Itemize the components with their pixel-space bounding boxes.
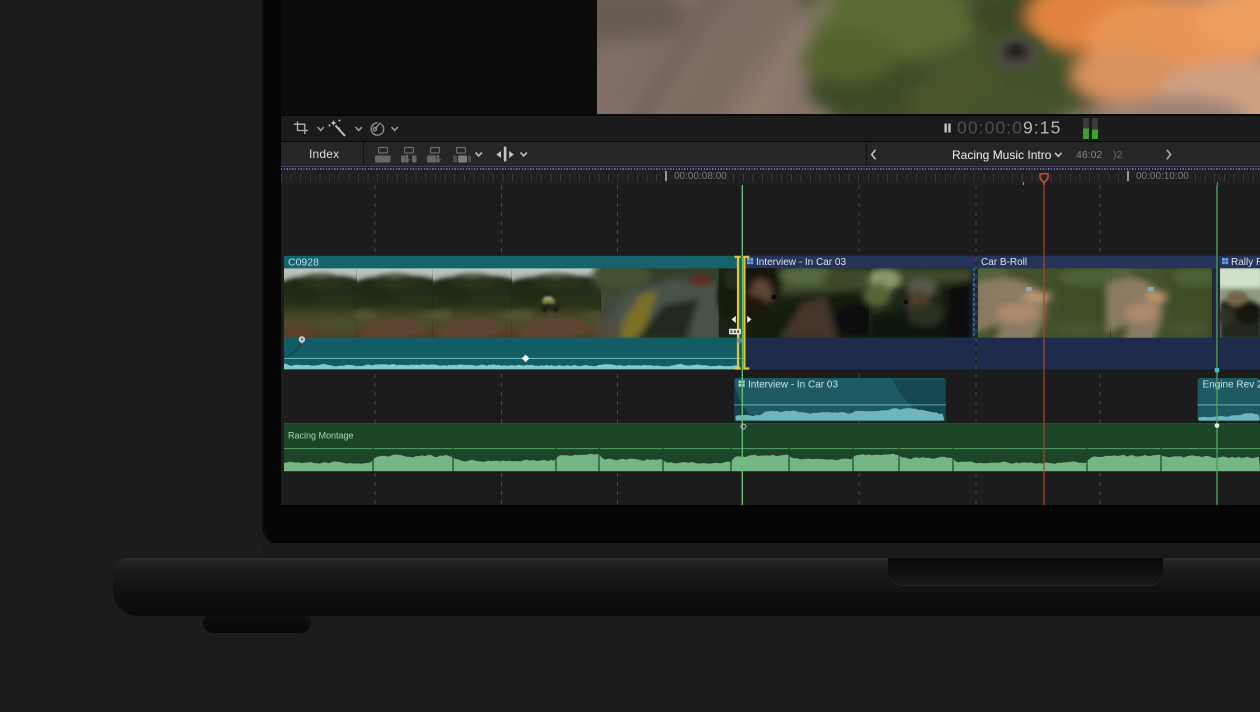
- svg-text:)2: )2: [1113, 149, 1122, 161]
- svg-text:Interview - In Car 03: Interview - In Car 03: [756, 257, 846, 268]
- svg-text:9:15: 9:15: [1023, 118, 1061, 138]
- svg-text:00:00:0: 00:00:0: [957, 118, 1023, 138]
- svg-text:Rally Ra: Rally Ra: [1231, 257, 1260, 268]
- svg-text:Engine Rev 2: Engine Rev 2: [1203, 380, 1260, 391]
- svg-text:C0928: C0928: [288, 257, 319, 269]
- svg-text:46:02: 46:02: [1076, 149, 1102, 161]
- svg-text:Racing Music Intro: Racing Music Intro: [952, 148, 1052, 162]
- svg-text:Racing Montage: Racing Montage: [288, 431, 354, 441]
- svg-text:Interview - In Car 03: Interview - In Car 03: [748, 380, 838, 391]
- svg-text:Car B-Roll: Car B-Roll: [981, 257, 1027, 268]
